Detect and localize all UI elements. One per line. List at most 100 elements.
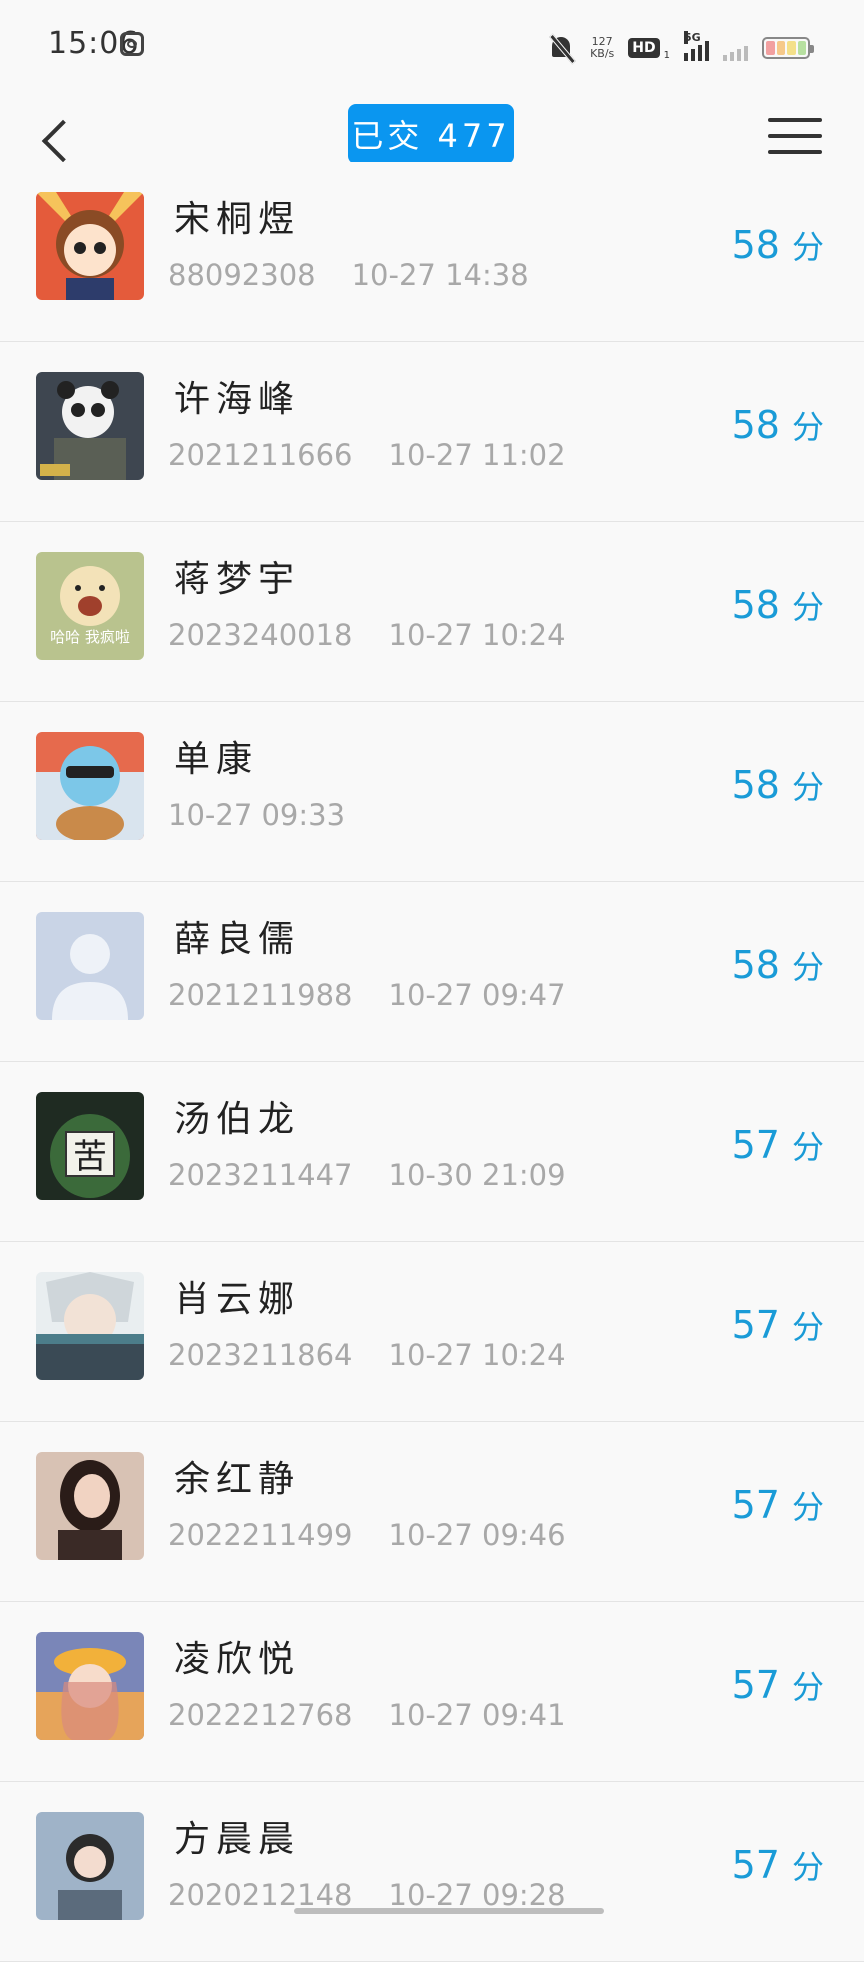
list-item[interactable]: 哈哈 我疯啦 蒋梦宇 2023240018 10-27 10:24 58 分 (0, 522, 864, 702)
list-item[interactable]: 苦 汤伯龙 2023211447 10-30 21:09 57 分 (0, 1062, 864, 1242)
submission-meta: 2023211447 10-30 21:09 (168, 1158, 566, 1192)
list-item[interactable]: 许海峰 2021211666 10-27 11:02 58 分 (0, 342, 864, 522)
student-name: 凌欣悦 (174, 1639, 301, 1680)
list-item[interactable]: 余红静 2022211499 10-27 09:46 57 分 (0, 1422, 864, 1602)
submission-time: 10-27 14:38 (351, 258, 529, 292)
home-indicator[interactable] (294, 1908, 604, 1914)
melon-head-avatar: 苦 (36, 1092, 144, 1200)
submitted-count-title[interactable]: 已交 477 (348, 104, 514, 164)
student-name: 薛良儒 (174, 919, 301, 960)
student-name: 肖云娜 (174, 1279, 301, 1320)
score: 57 分 (732, 1482, 824, 1528)
score-unit: 分 (791, 1668, 824, 1706)
score-value: 57 (731, 1843, 780, 1887)
score-value: 57 (731, 1483, 780, 1527)
list-item[interactable]: 薛良儒 2021211988 10-27 09:47 58 分 (0, 882, 864, 1062)
network-speed-unit: KB/s (590, 47, 615, 60)
submission-time: 10-27 11:02 (388, 438, 566, 472)
score: 57 分 (732, 1662, 824, 1708)
status-icons: 127 KB/s HD 1 5G (548, 28, 814, 68)
score: 57 分 (732, 1122, 824, 1168)
list-item[interactable]: 宋桐煜 88092308 10-27 14:38 58 分 (0, 162, 864, 342)
submission-meta: 2021211988 10-27 09:47 (168, 978, 566, 1012)
anime-girl-avatar (36, 192, 144, 300)
list-item[interactable]: 肖云娜 2023211864 10-27 10:24 57 分 (0, 1242, 864, 1422)
student-id: 2021211988 (168, 978, 353, 1012)
student-name: 单康 (174, 739, 259, 780)
score: 58 分 (732, 942, 824, 988)
student-id: 2021211666 (168, 438, 353, 472)
girl-photo-avatar-2 (36, 1812, 144, 1920)
student-id: 2023240018 (168, 618, 353, 652)
score-unit: 分 (791, 948, 824, 986)
kakashi-avatar (36, 1272, 144, 1380)
student-name: 宋桐煜 (174, 199, 301, 240)
submission-time: 10-27 10:24 (388, 1338, 566, 1372)
submission-meta: 2020212148 10-27 09:28 (168, 1878, 566, 1912)
student-id: 2022212768 (168, 1698, 353, 1732)
list-item[interactable]: 凌欣悦 2022212768 10-27 09:41 57 分 (0, 1602, 864, 1782)
hamburger-icon-line (768, 134, 822, 138)
score-value: 58 (731, 583, 780, 627)
student-id: 2023211447 (168, 1158, 353, 1192)
submission-time: 10-27 10:24 (388, 618, 566, 652)
submission-time: 10-30 21:09 (388, 1158, 566, 1192)
submission-time: 10-27 09:41 (388, 1698, 566, 1732)
mute-bell-icon (548, 33, 576, 63)
student-name: 许海峰 (174, 379, 301, 420)
score-unit: 分 (791, 1128, 824, 1166)
score-value: 57 (731, 1663, 780, 1707)
avatar-caption: 哈哈 我疯啦 (50, 628, 130, 646)
score-value: 57 (731, 1123, 780, 1167)
score: 58 分 (732, 402, 824, 448)
score-value: 58 (731, 763, 780, 807)
submission-time: 10-27 09:46 (388, 1518, 566, 1552)
submission-meta: 10-27 09:33 (168, 798, 345, 832)
app-notification-icon (120, 32, 144, 56)
hamburger-icon-line (768, 150, 822, 154)
score-value: 57 (731, 1303, 780, 1347)
hd-icon: HD (628, 38, 660, 58)
submission-meta: 2021211666 10-27 11:02 (168, 438, 566, 472)
student-id: 2020212148 (168, 1878, 353, 1912)
submission-time: 10-27 09:47 (388, 978, 566, 1012)
score: 58 分 (732, 222, 824, 268)
score-unit: 分 (791, 1308, 824, 1346)
student-name: 蒋梦宇 (174, 559, 301, 600)
signal-5g-icon: 5G (684, 31, 709, 61)
student-name: 余红静 (174, 1459, 301, 1500)
student-id: 2022211499 (168, 1518, 353, 1552)
score-value: 58 (731, 403, 780, 447)
submission-meta: 2023240018 10-27 10:24 (168, 618, 566, 652)
submission-meta: 2022211499 10-27 09:46 (168, 1518, 566, 1552)
student-id: 88092308 (168, 258, 316, 292)
score-unit: 分 (791, 1488, 824, 1526)
list-item[interactable]: 方晨晨 2020212148 10-27 09:28 57 分 (0, 1782, 864, 1962)
score-unit: 分 (791, 1848, 824, 1886)
student-name: 汤伯龙 (174, 1099, 301, 1140)
score: 57 分 (732, 1302, 824, 1348)
battery-icon (762, 37, 814, 59)
back-button[interactable] (30, 108, 90, 168)
network-speed: 127 KB/s (590, 36, 614, 60)
score-unit: 分 (791, 768, 824, 806)
chevron-left-icon (41, 119, 85, 163)
student-id: 2023211864 (168, 1338, 353, 1372)
score-unit: 分 (791, 588, 824, 626)
panda-soldier-avatar (36, 372, 144, 480)
submission-meta: 2022212768 10-27 09:41 (168, 1698, 566, 1732)
score-value: 58 (731, 223, 780, 267)
submission-time: 10-27 09:28 (388, 1878, 566, 1912)
signal-secondary-icon (723, 35, 748, 61)
hd-sub-label: 1 (663, 49, 670, 61)
score: 57 分 (732, 1842, 824, 1888)
submission-time: 10-27 09:33 (168, 798, 346, 832)
menu-button[interactable] (768, 114, 824, 158)
score-value: 58 (731, 943, 780, 987)
anime-hat-girl-avatar (36, 1632, 144, 1740)
hamburger-icon-line (768, 118, 822, 122)
default-person-avatar (36, 912, 144, 1020)
status-bar: 15:06 127 KB/s HD 1 5G (0, 0, 864, 88)
score-unit: 分 (791, 228, 824, 266)
list-item[interactable]: 单康 10-27 09:33 58 分 (0, 702, 864, 882)
